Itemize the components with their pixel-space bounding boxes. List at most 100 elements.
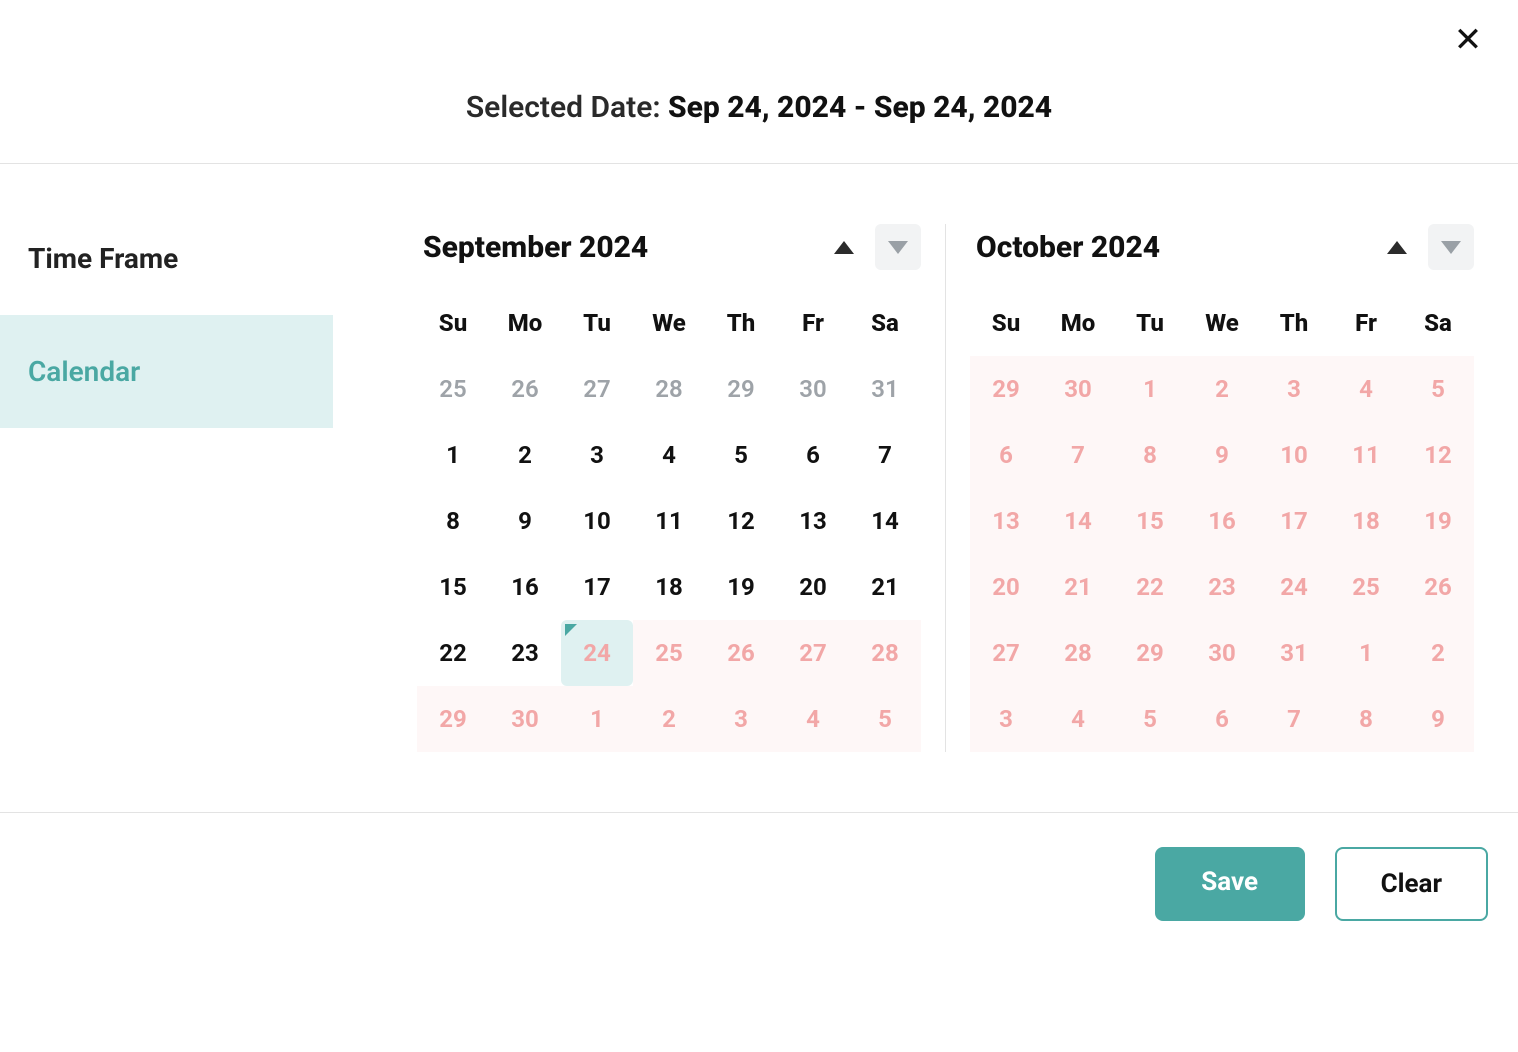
calendar-day[interactable]: 25 [417, 356, 489, 422]
calendar-day[interactable]: 9 [1402, 686, 1474, 752]
calendar-day[interactable]: 6 [1186, 686, 1258, 752]
calendar-day[interactable]: 24 [1258, 554, 1330, 620]
calendar-day[interactable]: 20 [970, 554, 1042, 620]
calendar-day[interactable]: 4 [1330, 356, 1402, 422]
calendar-day[interactable]: 30 [489, 686, 561, 752]
calendar-day[interactable]: 26 [1402, 554, 1474, 620]
calendar-day[interactable]: 5 [1114, 686, 1186, 752]
caret-down-icon [1441, 241, 1461, 254]
calendar-day[interactable]: 7 [1258, 686, 1330, 752]
calendar-day[interactable]: 16 [489, 554, 561, 620]
calendar-day[interactable]: 10 [1258, 422, 1330, 488]
calendar-day[interactable]: 14 [1042, 488, 1114, 554]
month-header: September 2024 [417, 224, 921, 270]
caret-down-icon [888, 241, 908, 254]
month-title: October 2024 [976, 230, 1366, 265]
calendar-day[interactable]: 20 [777, 554, 849, 620]
sidebar-title: Time Frame [0, 224, 333, 315]
calendar-day[interactable]: 2 [1186, 356, 1258, 422]
calendar-day[interactable]: 19 [705, 554, 777, 620]
calendar-day[interactable]: 19 [1402, 488, 1474, 554]
calendar-day[interactable]: 28 [633, 356, 705, 422]
calendar-day[interactable]: 27 [777, 620, 849, 686]
calendar-day[interactable]: 3 [705, 686, 777, 752]
calendar-day[interactable]: 8 [1114, 422, 1186, 488]
calendar-day[interactable]: 26 [489, 356, 561, 422]
month-grid: SuMoTuWeThFrSa25262728293031123456789101… [417, 290, 921, 752]
sidebar-item-calendar[interactable]: Calendar [0, 315, 333, 428]
calendar-day[interactable]: 28 [1042, 620, 1114, 686]
day-of-week-header: Tu [561, 290, 633, 356]
calendar-day[interactable]: 29 [705, 356, 777, 422]
calendar-day[interactable]: 4 [633, 422, 705, 488]
calendar-day[interactable]: 2 [1402, 620, 1474, 686]
calendar-day[interactable]: 13 [970, 488, 1042, 554]
calendar-day[interactable]: 29 [417, 686, 489, 752]
prev-month-button[interactable] [821, 224, 867, 270]
calendar-day[interactable]: 9 [489, 488, 561, 554]
calendar-day[interactable]: 31 [1258, 620, 1330, 686]
calendar-day[interactable]: 28 [849, 620, 921, 686]
calendar-day[interactable]: 13 [777, 488, 849, 554]
calendar-day[interactable]: 6 [777, 422, 849, 488]
calendar-day[interactable]: 6 [970, 422, 1042, 488]
calendar-day[interactable]: 7 [1042, 422, 1114, 488]
calendar-day[interactable]: 22 [417, 620, 489, 686]
calendar-day[interactable]: 27 [561, 356, 633, 422]
calendar-day[interactable]: 4 [1042, 686, 1114, 752]
calendar-day[interactable]: 23 [489, 620, 561, 686]
calendar-day[interactable]: 5 [705, 422, 777, 488]
calendar-day[interactable]: 30 [777, 356, 849, 422]
save-button-label: Save [1201, 867, 1258, 897]
calendar-day[interactable]: 31 [849, 356, 921, 422]
calendar-day[interactable]: 8 [417, 488, 489, 554]
save-button[interactable]: Save [1155, 847, 1305, 921]
calendar-day[interactable]: 10 [561, 488, 633, 554]
calendar-day[interactable]: 4 [777, 686, 849, 752]
day-of-week-header: Mo [1042, 290, 1114, 356]
calendar-day[interactable]: 18 [633, 554, 705, 620]
calendar-day[interactable]: 12 [1402, 422, 1474, 488]
calendar-day[interactable]: 3 [970, 686, 1042, 752]
calendar-day[interactable]: 5 [849, 686, 921, 752]
calendar-day[interactable]: 16 [1186, 488, 1258, 554]
calendar-day[interactable]: 2 [633, 686, 705, 752]
calendar-day[interactable]: 27 [970, 620, 1042, 686]
calendar-day[interactable]: 30 [1186, 620, 1258, 686]
calendar-day[interactable]: 1 [1114, 356, 1186, 422]
calendar-day[interactable]: 7 [849, 422, 921, 488]
prev-month-button[interactable] [1374, 224, 1420, 270]
calendar-day[interactable]: 1 [1330, 620, 1402, 686]
clear-button[interactable]: Clear [1335, 847, 1488, 921]
calendar-day[interactable]: 23 [1186, 554, 1258, 620]
calendar-day[interactable]: 29 [1114, 620, 1186, 686]
calendar-day[interactable]: 21 [1042, 554, 1114, 620]
calendar-day[interactable]: 3 [1258, 356, 1330, 422]
calendar-day[interactable]: 11 [1330, 422, 1402, 488]
calendar-day[interactable]: 15 [417, 554, 489, 620]
calendar-day[interactable]: 1 [561, 686, 633, 752]
calendar-day[interactable]: 22 [1114, 554, 1186, 620]
calendar-day[interactable]: 2 [489, 422, 561, 488]
calendar-day[interactable]: 5 [1402, 356, 1474, 422]
calendar-day[interactable]: 30 [1042, 356, 1114, 422]
calendar-day[interactable]: 9 [1186, 422, 1258, 488]
day-of-week-header: Fr [1330, 290, 1402, 356]
calendar-day[interactable]: 17 [561, 554, 633, 620]
calendar-day[interactable]: 14 [849, 488, 921, 554]
calendar-day[interactable]: 24 [561, 620, 633, 686]
calendar-day[interactable]: 3 [561, 422, 633, 488]
calendar-day[interactable]: 15 [1114, 488, 1186, 554]
calendar-day[interactable]: 25 [1330, 554, 1402, 620]
calendar-day[interactable]: 11 [633, 488, 705, 554]
calendar-day[interactable]: 29 [970, 356, 1042, 422]
calendar-day[interactable]: 8 [1330, 686, 1402, 752]
calendar-day[interactable]: 26 [705, 620, 777, 686]
calendar-day[interactable]: 21 [849, 554, 921, 620]
close-button[interactable]: ✕ [1446, 18, 1490, 62]
calendar-day[interactable]: 18 [1330, 488, 1402, 554]
calendar-day[interactable]: 25 [633, 620, 705, 686]
calendar-day[interactable]: 17 [1258, 488, 1330, 554]
calendar-day[interactable]: 1 [417, 422, 489, 488]
calendar-day[interactable]: 12 [705, 488, 777, 554]
